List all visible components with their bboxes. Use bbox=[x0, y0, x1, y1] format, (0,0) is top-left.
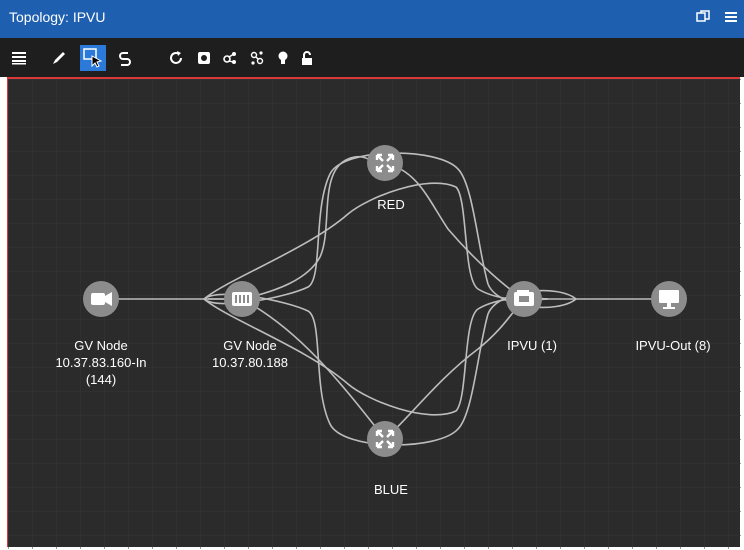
lightbulb-icon[interactable] bbox=[270, 45, 296, 71]
toolbar bbox=[0, 38, 744, 77]
refresh-icon[interactable] bbox=[163, 45, 189, 71]
node-label: RED bbox=[377, 197, 404, 212]
list-icon[interactable] bbox=[6, 45, 32, 71]
node-label: IPVU-Out (8) bbox=[635, 338, 710, 353]
select-pointer-icon[interactable] bbox=[80, 45, 106, 71]
film-reel-icon bbox=[514, 290, 534, 306]
share-icon[interactable] bbox=[217, 45, 243, 71]
node-label: 10.37.83.160-In bbox=[55, 355, 146, 370]
link-icon[interactable] bbox=[112, 45, 138, 71]
node-label: GV Node bbox=[223, 338, 276, 353]
pencil-icon[interactable] bbox=[46, 45, 72, 71]
network-icon[interactable] bbox=[244, 45, 270, 71]
node-label: 10.37.80.188 bbox=[212, 355, 288, 370]
camera-icon bbox=[91, 292, 112, 306]
restore-window-icon[interactable] bbox=[696, 9, 710, 28]
title-bar: Topology: IPVU bbox=[0, 0, 744, 38]
router-rack-icon bbox=[232, 292, 252, 306]
node-label: (144) bbox=[86, 372, 116, 387]
topology-canvas[interactable]: GV Node 10.37.83.160-In (144) GV Node 10… bbox=[7, 77, 741, 549]
layout-icon[interactable] bbox=[191, 45, 217, 71]
node-label: GV Node bbox=[74, 338, 127, 353]
node-label: BLUE bbox=[374, 482, 408, 497]
window-title: Topology: IPVU bbox=[9, 9, 106, 25]
topology-graph: GV Node 10.37.83.160-In (144) GV Node 10… bbox=[8, 79, 741, 549]
unlock-icon[interactable] bbox=[294, 45, 320, 71]
menu-icon[interactable] bbox=[724, 9, 738, 28]
node-label: IPVU (1) bbox=[507, 338, 557, 353]
